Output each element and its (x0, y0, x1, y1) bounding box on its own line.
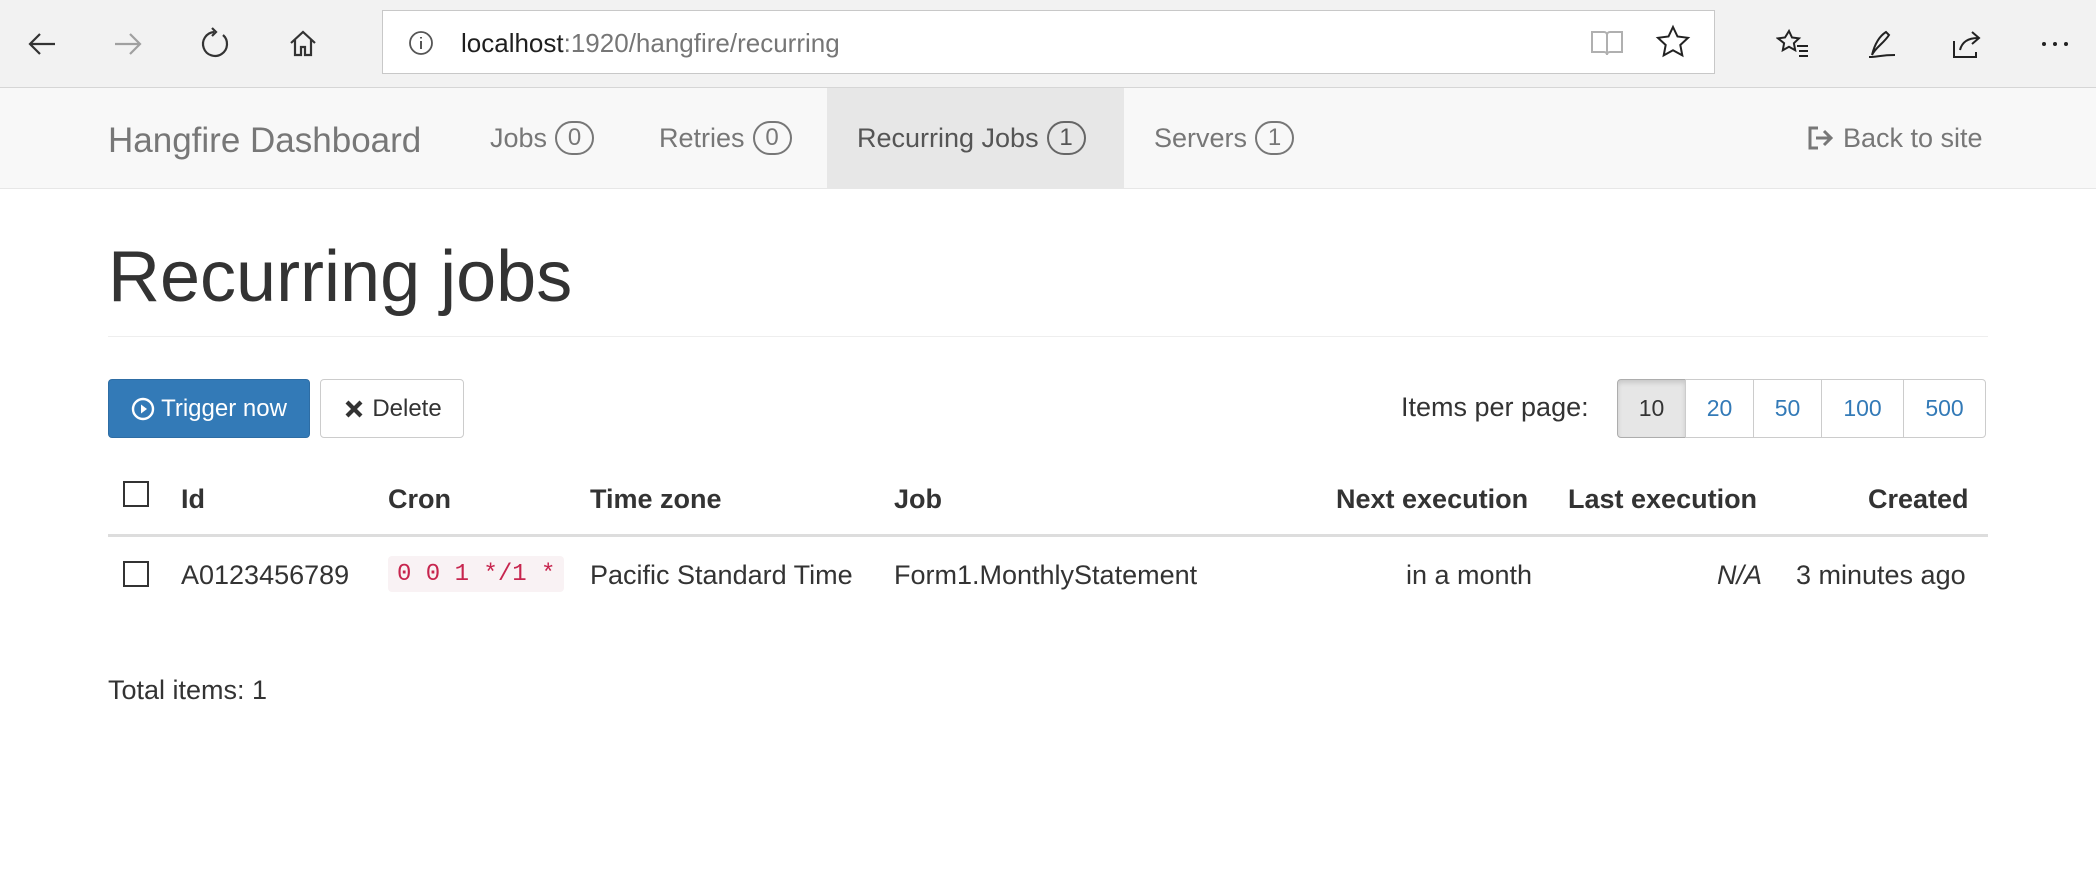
trigger-now-button[interactable]: Trigger now (108, 379, 310, 438)
nav-item-servers[interactable]: Servers 1 (1124, 88, 1324, 188)
table-header-divider (108, 534, 1988, 537)
more-icon[interactable] (2025, 14, 2085, 74)
page-size-10-button[interactable]: 10 (1617, 379, 1686, 438)
nav-item-recurring-jobs[interactable]: Recurring Jobs 1 (827, 88, 1124, 188)
total-items-label: Total items: 1 (108, 675, 268, 705)
play-circle-icon (131, 397, 155, 420)
title-divider (108, 336, 1988, 337)
items-per-page-group: 10 20 50 100 500 (1617, 379, 1986, 438)
nav-item-label: Servers (1154, 122, 1248, 153)
nav-count-badge: 0 (555, 121, 595, 155)
info-icon[interactable] (407, 29, 435, 57)
nav-count-badge: 0 (752, 121, 792, 155)
column-header-last-execution: Last execution (1568, 484, 1758, 514)
column-header-time-zone: Time zone (590, 484, 722, 514)
page-title: Recurring jobs (108, 237, 573, 317)
url-host: localhost (461, 28, 564, 58)
column-header-id: Id (181, 484, 205, 514)
address-bar[interactable]: localhost:1920/hangfire/recurring (382, 10, 1715, 74)
forward-arrow-icon[interactable] (98, 14, 158, 74)
cell-cron: 0 0 1 */1 * (388, 556, 565, 592)
favorites-icon[interactable] (1763, 14, 1823, 74)
url-path: :1920/hangfire/recurring (563, 28, 840, 58)
pen-icon[interactable] (1851, 14, 1911, 74)
star-icon[interactable] (1654, 23, 1692, 61)
share-icon[interactable] (1937, 14, 1997, 74)
nav-item-label: Jobs (490, 122, 548, 153)
brand-link[interactable]: Hangfire Dashboard (108, 121, 421, 161)
delete-button[interactable]: Delete (320, 379, 464, 438)
cell-job: Form1.MonthlyStatement (894, 560, 1198, 590)
select-all-checkbox[interactable] (123, 481, 149, 507)
cell-created: 3 minutes ago (1796, 560, 1966, 590)
home-icon[interactable] (273, 14, 333, 74)
page-size-100-button[interactable]: 100 (1821, 379, 1904, 438)
back-to-site-link[interactable]: Back to site (1805, 88, 1983, 188)
nav-item-jobs[interactable]: Jobs 0 (460, 88, 624, 188)
column-header-job: Job (894, 484, 943, 514)
browser-toolbar: localhost:1920/hangfire/recurring (0, 0, 2096, 88)
url-text[interactable]: localhost:1920/hangfire/recurring (461, 29, 840, 57)
nav-count-badge: 1 (1046, 121, 1086, 155)
nav-item-label: Retries (659, 122, 745, 153)
refresh-icon[interactable] (185, 14, 245, 74)
times-icon (345, 400, 363, 417)
delete-label: Delete (372, 394, 442, 422)
cell-last-execution: N/A (1717, 560, 1763, 590)
column-header-created: Created (1868, 484, 1969, 514)
page-size-500-button[interactable]: 500 (1903, 379, 1986, 438)
back-to-site-label: Back to site (1843, 122, 1983, 153)
cell-next-execution: in a month (1406, 560, 1533, 590)
items-per-page-label: Items per page: (1401, 392, 1589, 422)
row-checkbox[interactable] (123, 561, 149, 587)
cell-time-zone: Pacific Standard Time (590, 560, 853, 590)
column-header-cron: Cron (388, 484, 451, 514)
nav-count-badge: 1 (1255, 121, 1295, 155)
back-arrow-icon[interactable] (12, 14, 72, 74)
cell-id[interactable]: A0123456789 (181, 560, 349, 591)
nav-item-retries[interactable]: Retries 0 (629, 88, 822, 188)
trigger-now-label: Trigger now (161, 394, 287, 422)
navbar: Hangfire Dashboard Jobs 0 Retries 0 Recu… (0, 88, 2096, 189)
column-header-next-execution: Next execution (1336, 484, 1529, 514)
reading-view-icon[interactable] (1589, 25, 1625, 61)
sign-out-icon (1808, 126, 1834, 150)
page-size-50-button[interactable]: 50 (1753, 379, 1822, 438)
nav-item-label: Recurring Jobs (857, 122, 1039, 153)
page-size-20-button[interactable]: 20 (1685, 379, 1754, 438)
